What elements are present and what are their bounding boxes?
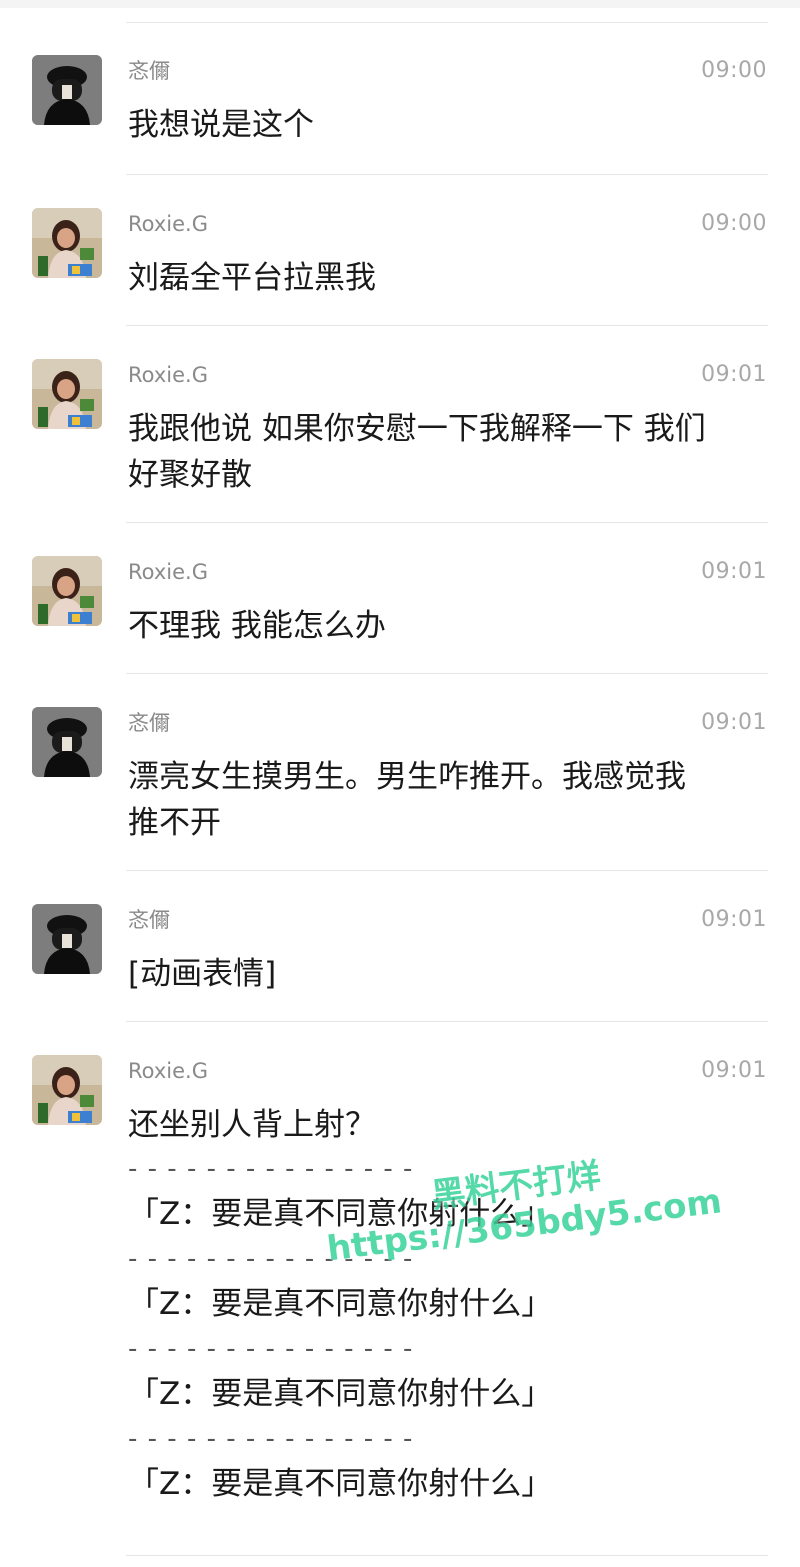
sender-name: Roxie.G [128, 560, 208, 584]
message-item[interactable]: Roxie.G 09:00 刘磊全平台拉黑我 [0, 175, 800, 326]
message-text: 好聚好散 [128, 457, 252, 493]
avatar[interactable] [32, 1055, 102, 1125]
message-text: 我跟他说 如果你安慰一下我解释一下 我们 [128, 411, 706, 447]
message-text: 刘磊全平台拉黑我 [128, 260, 376, 296]
message-item[interactable]: Roxie.G 09:01 我跟他说 如果你安慰一下我解释一下 我们 好聚好散 [0, 326, 800, 523]
avatar-dark-icon [32, 707, 102, 777]
message-text: 不理我 我能怎么办 [128, 608, 386, 644]
avatar[interactable] [32, 904, 102, 974]
message-item[interactable]: 忞儞 09:00 我想说是这个 [0, 22, 800, 175]
message-body: 漂亮女生摸男生。男生咋推开。我感觉我 推不开 [128, 754, 770, 846]
avatar[interactable] [32, 208, 102, 278]
avatar-colorful-icon [32, 208, 102, 278]
sender-name: Roxie.G [128, 1059, 208, 1083]
avatar-dark-icon [32, 55, 102, 125]
message-time: 09:00 [701, 211, 767, 236]
avatar[interactable] [32, 556, 102, 626]
message-text: 我想说是这个 [128, 107, 314, 143]
quote-separator: - - - - - - - - - - - - - - - [128, 1154, 414, 1184]
top-strip [0, 0, 800, 8]
message-body: 还坐别人背上射？ - - - - - - - - - - - - - - - 「… [128, 1102, 770, 1508]
message-body: 不理我 我能怎么办 [128, 603, 770, 649]
message-item[interactable]: Roxie.G 09:01 不理我 我能怎么办 [0, 523, 800, 674]
avatar[interactable] [32, 55, 102, 125]
message-text: 推不开 [128, 805, 221, 841]
avatar[interactable] [32, 707, 102, 777]
quote-separator: - - - - - - - - - - - - - - - [128, 1334, 414, 1364]
quoted-reply[interactable]: 「Z：要是真不同意你射什么」 [128, 1280, 770, 1328]
sender-name: 忞儞 [128, 711, 170, 735]
message-text: 漂亮女生摸男生。男生咋推开。我感觉我 [128, 759, 686, 795]
message-body: 刘磊全平台拉黑我 [128, 255, 770, 301]
message-time: 09:00 [701, 58, 767, 83]
quoted-reply[interactable]: 「Z：要是真不同意你射什么」 [128, 1460, 770, 1508]
avatar-colorful-icon [32, 1055, 102, 1125]
avatar[interactable] [32, 359, 102, 429]
avatar-colorful-icon [32, 556, 102, 626]
message-text: [动画表情] [128, 956, 277, 992]
sender-name: Roxie.G [128, 212, 208, 236]
quote-separator: - - - - - - - - - - - - - - - [128, 1244, 414, 1274]
message-text: 还坐别人背上射？ [128, 1107, 376, 1143]
sender-name: Roxie.G [128, 363, 208, 387]
sender-name: 忞儞 [128, 908, 170, 932]
quote-separator: - - - - - - - - - - - - - - - [128, 1424, 414, 1454]
message-time: 09:01 [701, 1058, 767, 1083]
message-item[interactable]: Roxie.G 09:01 还坐别人背上射？ - - - - - - - - -… [0, 1022, 800, 1567]
sender-name: 忞儞 [128, 59, 170, 83]
message-time: 09:01 [701, 362, 767, 387]
avatar-colorful-icon [32, 359, 102, 429]
message-item[interactable]: 忞儞 09:01 漂亮女生摸男生。男生咋推开。我感觉我 推不开 [0, 674, 800, 871]
message-body: [动画表情] [128, 951, 770, 997]
avatar-dark-icon [32, 904, 102, 974]
message-time: 09:01 [701, 559, 767, 584]
message-body: 我跟他说 如果你安慰一下我解释一下 我们 好聚好散 [128, 406, 770, 498]
message-time: 09:01 [701, 907, 767, 932]
quoted-reply[interactable]: 「Z：要是真不同意你射什么」 [128, 1370, 770, 1418]
message-body: 我想说是这个 [128, 102, 770, 148]
quoted-reply[interactable]: 「Z：要是真不同意你射什么」 [128, 1190, 770, 1238]
message-item[interactable]: 忞儞 09:01 [动画表情] [0, 871, 800, 1022]
message-time: 09:01 [701, 710, 767, 735]
